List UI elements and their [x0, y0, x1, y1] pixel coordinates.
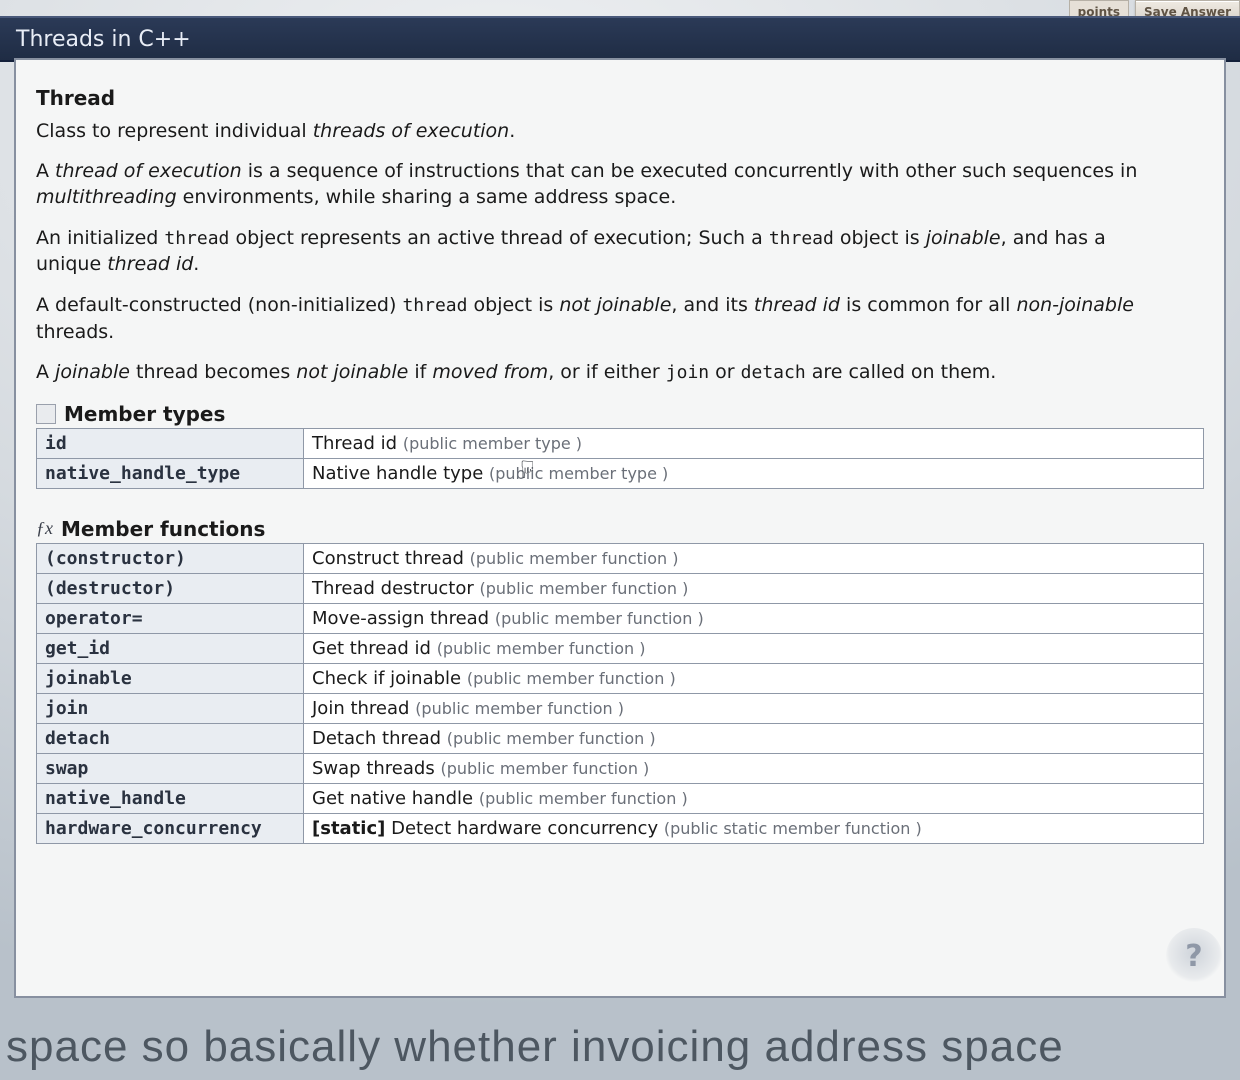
content-box: Thread Class to represent individual thr…: [14, 58, 1226, 998]
func-name[interactable]: (destructor): [37, 573, 304, 603]
func-name[interactable]: hardware_concurrency: [37, 813, 304, 843]
table-row: native_handle Get native handle (public …: [37, 783, 1204, 813]
func-desc: Move-assign thread (public member functi…: [304, 603, 1204, 633]
table-row: swap Swap threads (public member functio…: [37, 753, 1204, 783]
func-name[interactable]: get_id: [37, 633, 304, 663]
intro-p3: An initialized thread object represents …: [36, 225, 1166, 278]
table-row: detach Detach thread (public member func…: [37, 723, 1204, 753]
table-row: get_id Get thread id (public member func…: [37, 633, 1204, 663]
table-row: operator= Move-assign thread (public mem…: [37, 603, 1204, 633]
func-desc: [static] Detect hardware concurrency (pu…: [304, 813, 1204, 843]
func-name[interactable]: swap: [37, 753, 304, 783]
member-types-table: idThread id (public member type )native_…: [36, 428, 1204, 489]
type-name[interactable]: native_handle_type: [37, 458, 304, 488]
func-desc: Get native handle (public member functio…: [304, 783, 1204, 813]
table-row: joinable Check if joinable (public membe…: [37, 663, 1204, 693]
section-member-types-head: Member types: [36, 402, 1204, 426]
table-row: idThread id (public member type ): [37, 428, 1204, 458]
intro-p1: Class to represent individual threads of…: [36, 118, 1166, 144]
func-desc: Swap threads (public member function ): [304, 753, 1204, 783]
type-name[interactable]: id: [37, 428, 304, 458]
func-desc: Check if joinable (public member functio…: [304, 663, 1204, 693]
section-member-functions-title: Member functions: [61, 517, 265, 541]
title-bar: Threads in C++: [0, 16, 1240, 62]
type-desc: Native handle type (public member type ): [304, 458, 1204, 488]
func-name[interactable]: join: [37, 693, 304, 723]
func-desc: Thread destructor (public member functio…: [304, 573, 1204, 603]
type-desc: Thread id (public member type ): [304, 428, 1204, 458]
func-name[interactable]: operator=: [37, 603, 304, 633]
func-name[interactable]: detach: [37, 723, 304, 753]
thread-heading: Thread: [36, 86, 1204, 110]
member-functions-table: (constructor) Construct thread (public m…: [36, 543, 1204, 844]
table-row: native_handle_typeNative handle type (pu…: [37, 458, 1204, 488]
intro-p2: A thread of execution is a sequence of i…: [36, 158, 1166, 210]
func-desc: Get thread id (public member function ): [304, 633, 1204, 663]
fx-icon: ƒx: [36, 518, 53, 539]
table-row: (destructor) Thread destructor (public m…: [37, 573, 1204, 603]
section-member-types-title: Member types: [64, 402, 225, 426]
bottom-caption: space so basically whether invoicing add…: [0, 1022, 1240, 1072]
func-desc: Detach thread (public member function ): [304, 723, 1204, 753]
page-title: Threads in C++: [16, 27, 191, 52]
func-desc: Join thread (public member function ): [304, 693, 1204, 723]
func-name[interactable]: native_handle: [37, 783, 304, 813]
table-row: (constructor) Construct thread (public m…: [37, 543, 1204, 573]
intro-p5: A joinable thread becomes not joinable i…: [36, 359, 1166, 386]
types-icon: [36, 404, 56, 424]
func-desc: Construct thread (public member function…: [304, 543, 1204, 573]
table-row: hardware_concurrency[static] Detect hard…: [37, 813, 1204, 843]
intro-p4: A default-constructed (non-initialized) …: [36, 292, 1166, 345]
table-row: join Join thread (public member function…: [37, 693, 1204, 723]
func-name[interactable]: joinable: [37, 663, 304, 693]
func-name[interactable]: (constructor): [37, 543, 304, 573]
section-member-functions-head: ƒx Member functions: [36, 517, 1204, 541]
